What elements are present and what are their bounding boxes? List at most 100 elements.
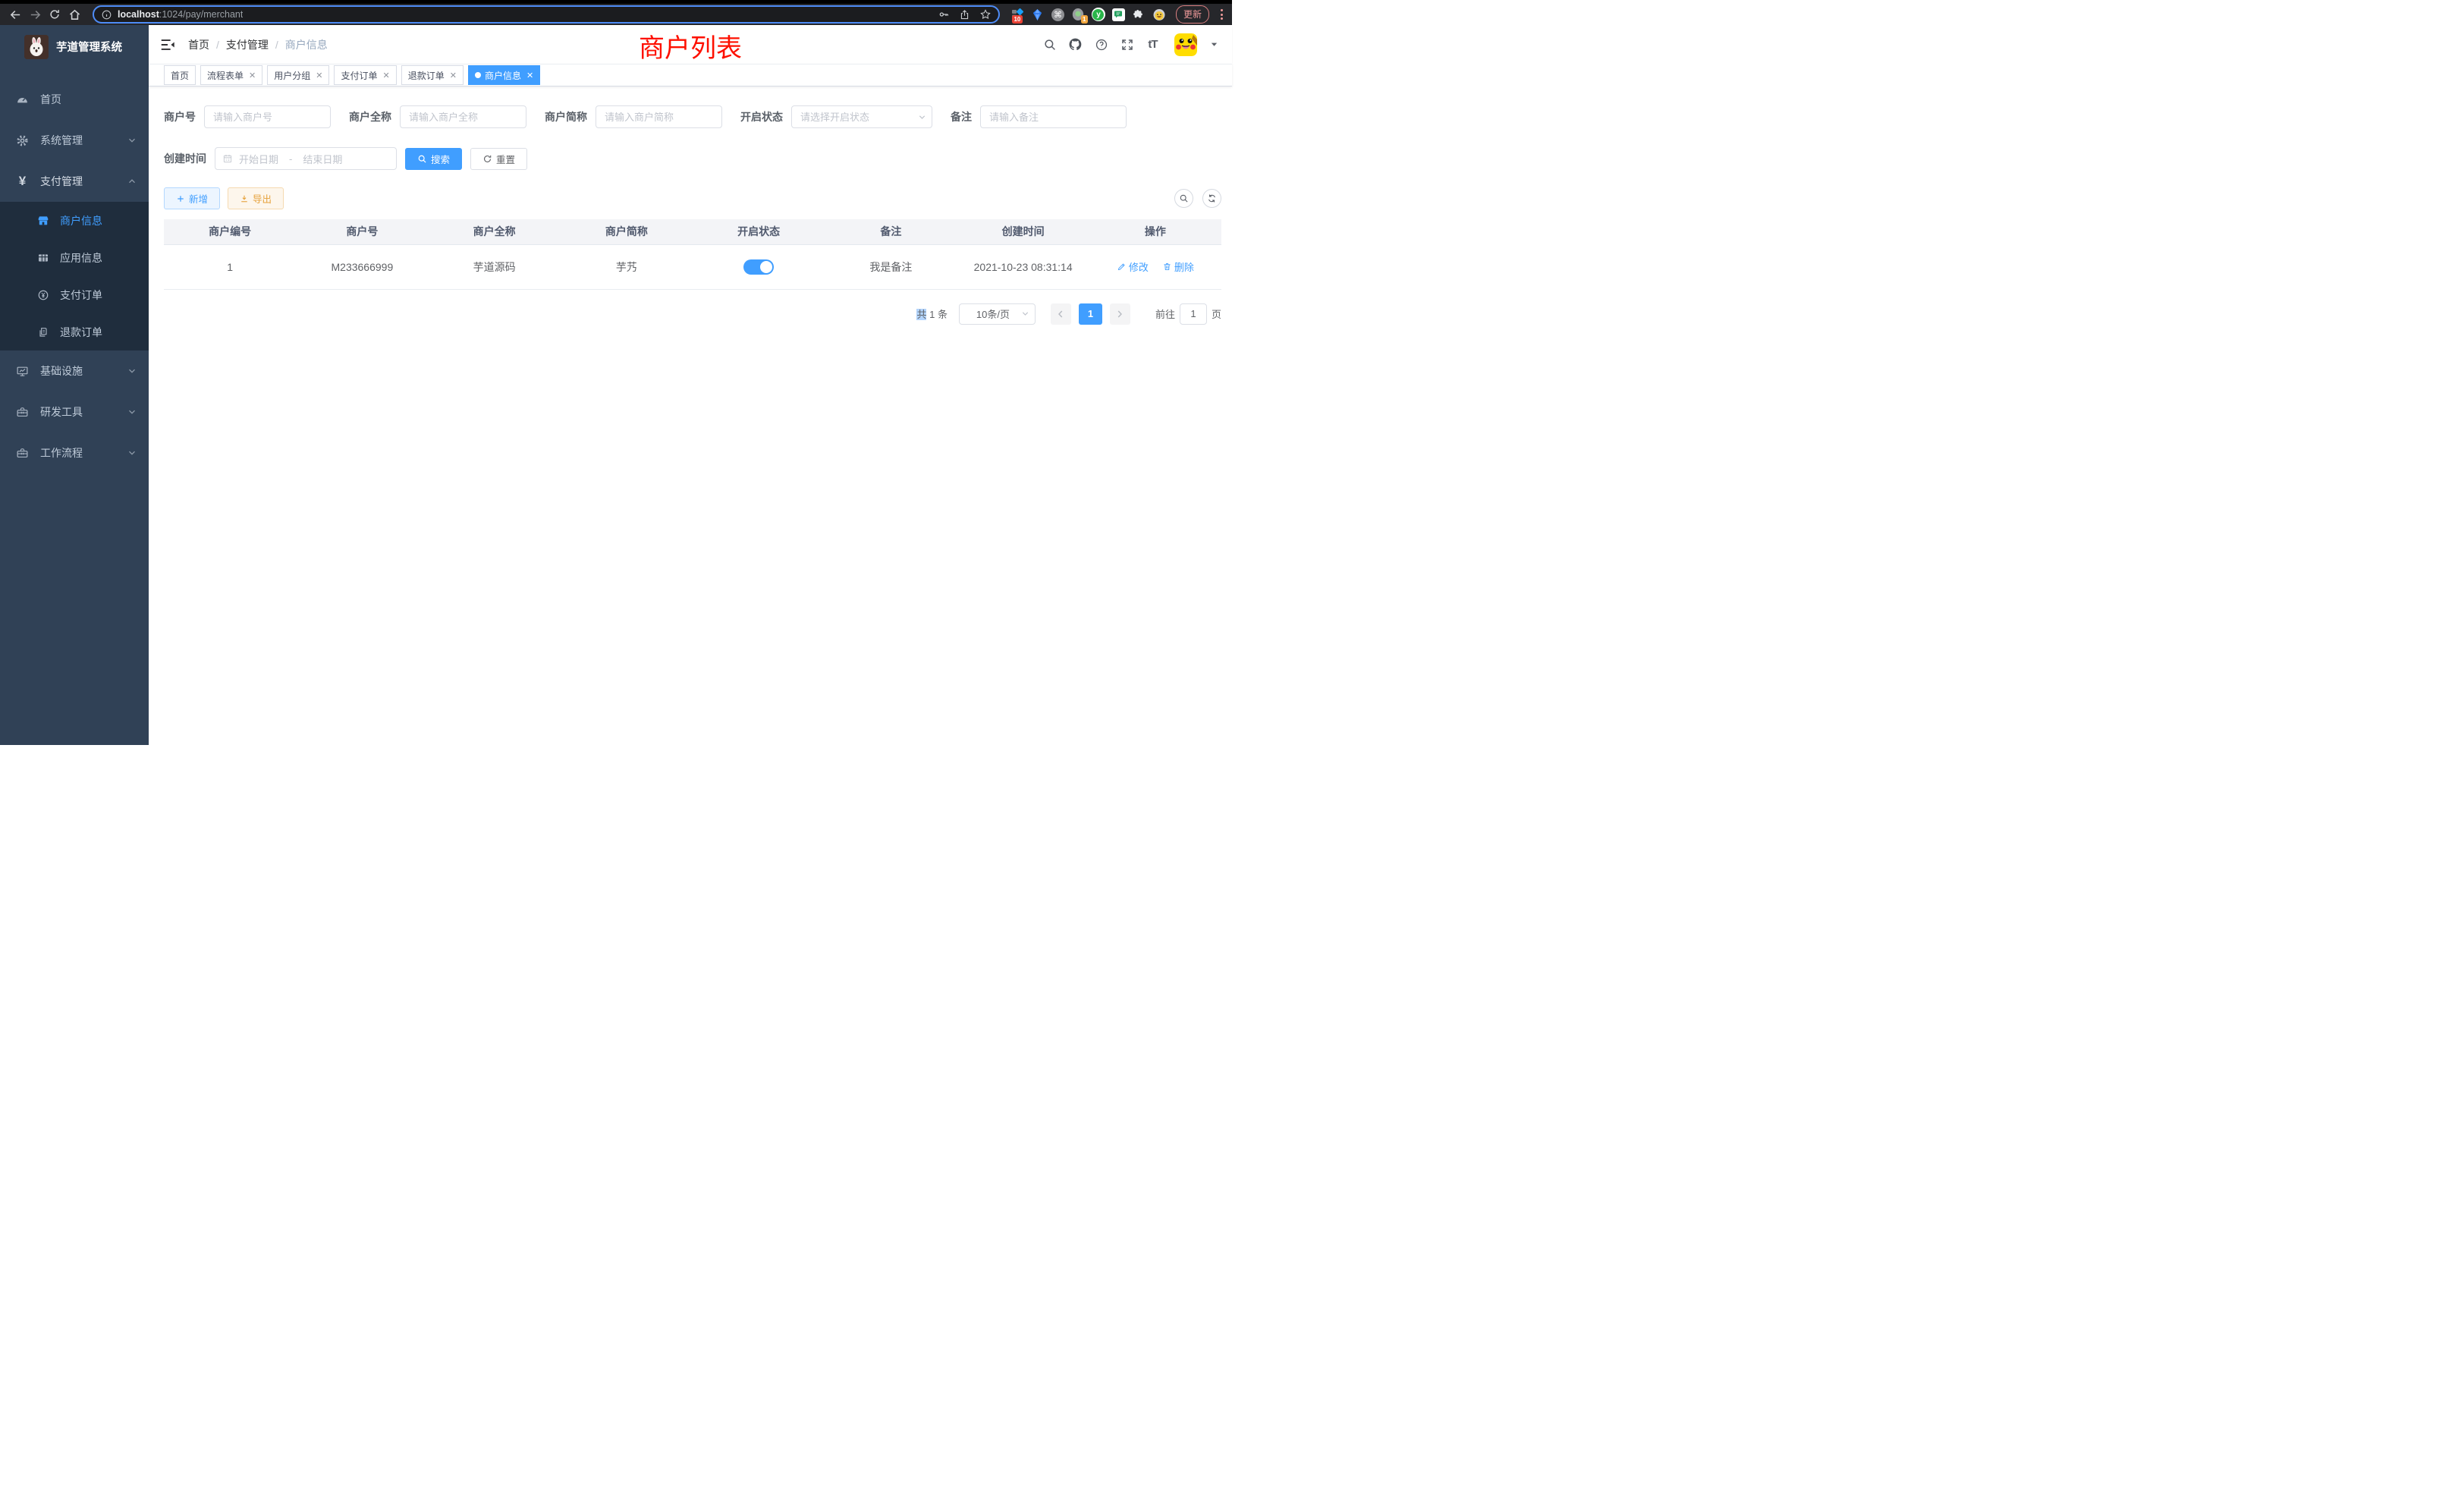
sidebar-item-label: 商户信息 xyxy=(60,213,102,228)
header-search-icon[interactable] xyxy=(1042,37,1057,52)
tab-refund-order[interactable]: 退款订单✕ xyxy=(401,65,464,85)
user-avatar[interactable] xyxy=(1174,33,1197,56)
sidebar-item-label: 系统管理 xyxy=(40,133,83,148)
extension-chat-icon[interactable] xyxy=(1112,8,1125,21)
extension-badge-1: 1 xyxy=(1081,15,1088,24)
yen-circle-icon xyxy=(37,289,49,301)
info-icon[interactable] xyxy=(101,9,112,20)
sidebar-item-merchant-info[interactable]: 商户信息 xyxy=(0,202,149,239)
remark-input[interactable] xyxy=(980,105,1127,128)
next-page-button[interactable] xyxy=(1110,303,1130,325)
share-icon[interactable] xyxy=(959,9,970,20)
github-icon[interactable] xyxy=(1068,37,1083,52)
extension-blob-icon[interactable]: 1 xyxy=(1071,8,1085,21)
sidebar-item-system[interactable]: 系统管理 xyxy=(0,120,149,161)
goto-label: 前往 xyxy=(1155,306,1175,321)
close-icon[interactable]: ✕ xyxy=(316,71,322,80)
sidebar-item-workflow[interactable]: 工作流程 xyxy=(0,432,149,473)
chevron-down-icon xyxy=(127,448,137,457)
extensions-puzzle-icon[interactable] xyxy=(1132,8,1146,21)
cell-remark: 我是备注 xyxy=(825,244,957,289)
store-icon xyxy=(37,215,49,227)
edit-link[interactable]: 修改 xyxy=(1117,259,1149,274)
merchant-no-input[interactable] xyxy=(204,105,331,128)
filter-label-status: 开启状态 xyxy=(740,109,783,124)
browser-menu-icon[interactable] xyxy=(1221,9,1223,20)
filter-label-remark: 备注 xyxy=(951,109,972,124)
fullscreen-icon[interactable] xyxy=(1120,37,1134,52)
sidebar-item-label: 应用信息 xyxy=(60,250,102,266)
reset-button[interactable]: 重置 xyxy=(470,148,527,170)
sidebar-item-home[interactable]: 首页 xyxy=(0,79,149,120)
toolbox-icon xyxy=(16,406,29,419)
avatar-caret-icon[interactable] xyxy=(1210,40,1218,49)
extension-badge-10: 10 xyxy=(1012,15,1023,24)
goto-page-input[interactable] xyxy=(1180,303,1207,325)
col-create-time: 创建时间 xyxy=(957,219,1089,244)
search-button[interactable]: 搜索 xyxy=(405,148,462,170)
reload-icon[interactable] xyxy=(47,7,62,22)
gear-icon xyxy=(16,134,29,147)
close-icon[interactable]: ✕ xyxy=(526,71,533,80)
extension-yudao-icon[interactable]: y xyxy=(1092,8,1105,21)
status-toggle[interactable] xyxy=(743,259,774,275)
close-icon[interactable]: ✕ xyxy=(249,71,256,80)
sidebar: 芋道管理系统 首页 系统管理 ¥ 支付管理 商户信息 xyxy=(0,25,149,745)
sidebar-item-app-info[interactable]: 应用信息 xyxy=(0,239,149,276)
table-header-row: 商户编号 商户号 商户全称 商户简称 开启状态 备注 创建时间 操作 xyxy=(164,219,1221,244)
url-bar[interactable]: localhost:1024/pay/merchant xyxy=(93,5,1000,24)
sidebar-item-pay-order[interactable]: 支付订单 xyxy=(0,276,149,313)
update-button[interactable]: 更新 xyxy=(1176,5,1209,24)
back-icon[interactable] xyxy=(8,7,23,22)
breadcrumb-payment[interactable]: 支付管理 xyxy=(226,37,269,52)
full-name-input[interactable] xyxy=(400,105,526,128)
table-grid-icon xyxy=(37,252,49,264)
sidebar-fold-icon[interactable] xyxy=(159,36,176,53)
page-number-1[interactable]: 1 xyxy=(1079,303,1102,325)
export-button[interactable]: 导出 xyxy=(228,187,284,209)
tab-pay-order[interactable]: 支付订单✕ xyxy=(334,65,396,85)
tab-process-form[interactable]: 流程表单✕ xyxy=(200,65,262,85)
add-button[interactable]: 新增 xyxy=(164,187,220,209)
help-icon[interactable] xyxy=(1094,37,1108,52)
prev-page-button[interactable] xyxy=(1051,303,1071,325)
toolbox-icon xyxy=(16,447,29,460)
bookmark-star-icon[interactable] xyxy=(979,8,992,20)
date-range-picker[interactable]: 开始日期 - 结束日期 xyxy=(215,147,397,170)
annotation-merchant-list: 商户列表 xyxy=(639,27,742,64)
app-logo[interactable]: 芋道管理系统 xyxy=(0,25,149,68)
extension-gem-icon[interactable] xyxy=(1031,8,1045,21)
sidebar-item-infrastructure[interactable]: 基础设施 xyxy=(0,350,149,391)
tab-user-group[interactable]: 用户分组✕ xyxy=(267,65,329,85)
status-select[interactable] xyxy=(791,105,932,128)
filter-label-short-name: 商户简称 xyxy=(545,109,587,124)
page-size-select[interactable] xyxy=(959,303,1036,325)
sidebar-item-devtools[interactable]: 研发工具 xyxy=(0,391,149,432)
cell-full-name: 芋道源码 xyxy=(429,244,561,289)
close-icon[interactable]: ✕ xyxy=(383,71,390,80)
close-icon[interactable]: ✕ xyxy=(450,71,457,80)
filter-label-merchant-no: 商户号 xyxy=(164,109,196,124)
profile-avatar-icon[interactable] xyxy=(1152,8,1166,21)
refresh-table-icon[interactable] xyxy=(1202,189,1221,208)
sidebar-item-label: 工作流程 xyxy=(40,445,83,461)
sidebar-item-refund-order[interactable]: 退款订单 xyxy=(0,313,149,350)
cell-create-time: 2021-10-23 08:31:14 xyxy=(957,244,1089,289)
col-merchant-id: 商户编号 xyxy=(164,219,296,244)
extension-command-icon[interactable]: ⌘ xyxy=(1051,8,1064,21)
show-search-toggle-icon[interactable] xyxy=(1174,189,1193,208)
extension-tabs-icon[interactable]: 10 xyxy=(1010,8,1024,21)
tab-home[interactable]: 首页 xyxy=(164,65,196,85)
chevron-down-icon xyxy=(127,366,137,376)
short-name-input[interactable] xyxy=(596,105,722,128)
forward-icon[interactable] xyxy=(27,7,42,22)
filter-row-1: 商户号 商户全称 商户简称 开启状态 xyxy=(164,105,1221,128)
font-size-icon[interactable]: tT xyxy=(1146,37,1160,52)
breadcrumb-home[interactable]: 首页 xyxy=(188,37,209,52)
sidebar-item-payment[interactable]: ¥ 支付管理 xyxy=(0,161,149,202)
delete-link[interactable]: 删除 xyxy=(1162,259,1194,274)
key-icon[interactable] xyxy=(938,8,950,20)
home-icon[interactable] xyxy=(67,7,82,22)
tab-merchant-info[interactable]: 商户信息✕ xyxy=(468,65,540,85)
url-text: localhost:1024/pay/merchant xyxy=(118,9,243,20)
